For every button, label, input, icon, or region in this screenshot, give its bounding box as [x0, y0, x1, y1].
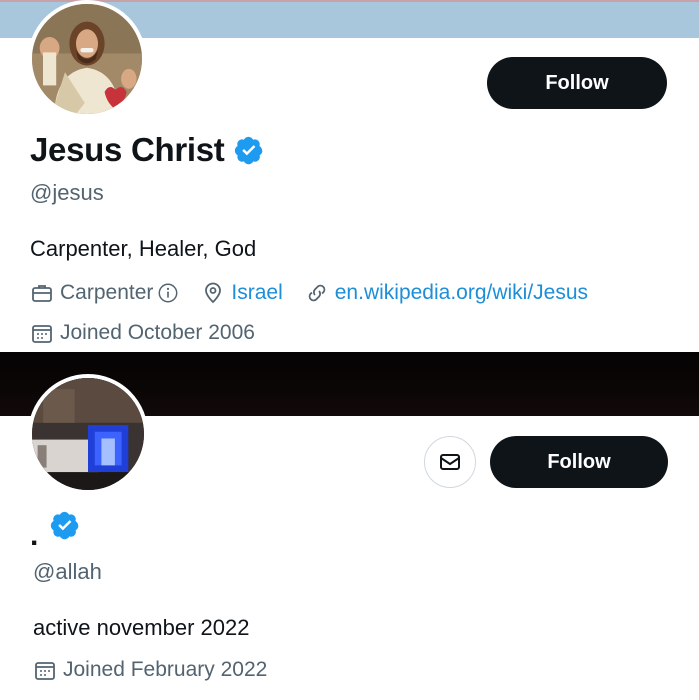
location-link[interactable]: Israel	[231, 281, 282, 305]
info-icon[interactable]	[157, 282, 179, 304]
jesus-portrait-icon	[32, 4, 142, 114]
profile-card-jesus: Follow Jesus Christ @jesus Carpenter, He…	[0, 0, 699, 352]
briefcase-icon	[32, 285, 52, 302]
blue-lit-building-photo-icon	[32, 378, 144, 490]
location-item: Israel	[201, 281, 283, 305]
display-name: Jesus Christ	[30, 131, 225, 168]
name-row: .	[30, 510, 80, 552]
follow-button[interactable]: Follow	[490, 436, 668, 488]
bio: active november 2022	[33, 615, 250, 640]
profession-label: Carpenter	[60, 281, 154, 304]
verified-badge-icon[interactable]	[234, 135, 264, 165]
calendar-icon	[35, 662, 55, 680]
bio: Carpenter, Healer, God	[30, 236, 257, 261]
handle: @jesus	[30, 180, 104, 205]
location-pin-icon	[205, 282, 222, 304]
calendar-icon	[32, 325, 52, 343]
follow-button[interactable]: Follow	[487, 57, 667, 109]
avatar[interactable]	[28, 374, 148, 494]
display-name: .	[30, 519, 39, 552]
message-button[interactable]	[424, 436, 476, 488]
website-item: en.wikipedia.org/wiki/Jesus	[305, 281, 588, 305]
joined-row: Joined October 2006	[30, 318, 255, 348]
verified-badge-icon[interactable]	[50, 510, 80, 540]
joined-row: Joined February 2022	[33, 655, 267, 685]
profession-item: Carpenter	[30, 281, 179, 305]
profile-meta: Carpenter Israel en.wikipedia.org/wiki/J…	[30, 278, 610, 308]
envelope-icon	[440, 454, 460, 470]
link-icon	[308, 284, 325, 302]
name-row: Jesus Christ	[30, 128, 264, 172]
avatar[interactable]	[28, 0, 146, 118]
joined-date: Joined February 2022	[63, 658, 268, 681]
website-link[interactable]: en.wikipedia.org/wiki/Jesus	[335, 281, 588, 305]
profile-card-allah: Follow . @allah active november 2022 Joi…	[0, 352, 699, 700]
joined-date: Joined October 2006	[60, 321, 255, 344]
handle: @allah	[33, 559, 102, 584]
